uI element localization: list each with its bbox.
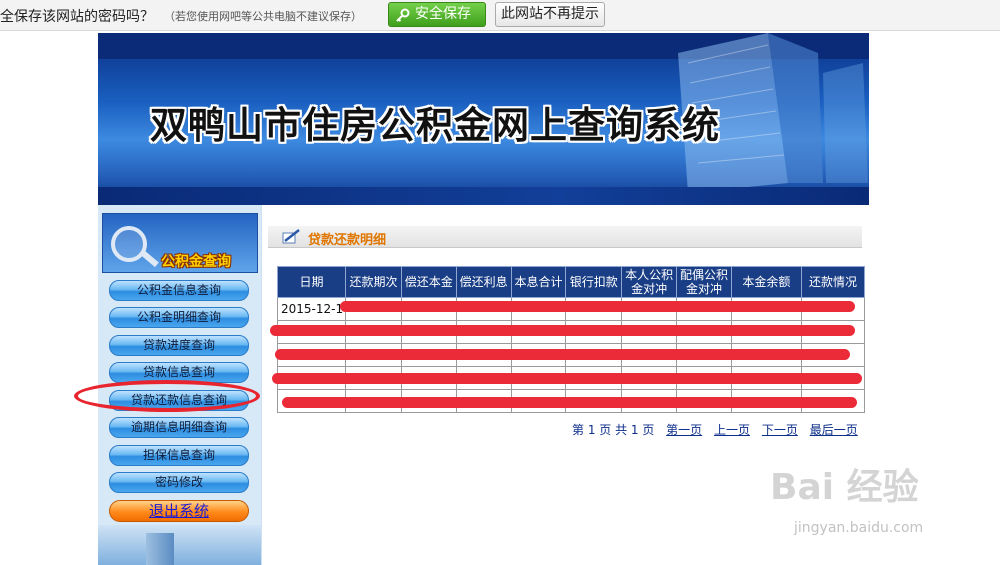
never-remind-button[interactable]: 此网站不再提示: [495, 2, 605, 27]
header-self-offset: 本人公积 金对冲: [621, 266, 678, 298]
redaction-stroke: [340, 301, 855, 312]
header-balance: 本金余额: [730, 266, 802, 298]
watermark-url: jingyan.baidu.com: [794, 520, 924, 536]
sidebar-heading-label: 公积金查询: [161, 254, 231, 270]
cell-date: 2015-12-17: [276, 297, 347, 321]
nav-overdue-detail[interactable]: 逾期信息明细查询: [109, 417, 249, 438]
header-date: 日期: [276, 266, 347, 298]
pen-paper-icon: [282, 229, 300, 244]
redaction-stroke: [275, 349, 850, 360]
nav-guarantee-info[interactable]: 担保信息查询: [109, 445, 249, 466]
first-page-link[interactable]: 第一页: [666, 423, 702, 437]
repayment-table: 日期 还款期次 偿还本金 偿还利息 本息合计 银行扣款 本人公积 金对冲 配偶公…: [276, 266, 866, 413]
nav-change-password[interactable]: 密码修改: [109, 472, 249, 493]
save-password-button[interactable]: 安全保存: [388, 2, 486, 27]
last-page-link[interactable]: 最后一页: [810, 423, 858, 437]
password-save-question: 全保存该网站的密码吗？: [0, 9, 154, 25]
section-title: 贷款还款明细: [308, 233, 387, 248]
header-interest: 偿还利息: [455, 266, 512, 298]
next-page-link[interactable]: 下一页: [762, 423, 798, 437]
header-status: 还款情况: [800, 266, 866, 298]
nav-fund-info[interactable]: 公积金信息查询: [109, 280, 249, 301]
watermark-brand: Bai 经验: [770, 467, 919, 508]
logout-button[interactable]: 退出系统: [109, 500, 249, 522]
banner-bottom-strip: [98, 187, 869, 205]
redaction-stroke: [282, 397, 857, 408]
page-status: 第 1 页 共 1 页: [572, 423, 655, 437]
table-header-row: 日期 还款期次 偿还本金 偿还利息 本息合计 银行扣款 本人公积 金对冲 配偶公…: [276, 266, 866, 298]
header-bank-debit: 银行扣款: [565, 266, 623, 298]
sidebar-heading: 公积金查询: [102, 213, 258, 273]
save-password-label: 安全保存: [415, 6, 471, 22]
header-spouse-offset: 配偶公积 金对冲: [676, 266, 732, 298]
nav-fund-detail[interactable]: 公积金明细查询: [109, 307, 249, 328]
highlight-annotation: [74, 380, 260, 412]
pagination: 第 1 页 共 1 页 第一页 上一页 下一页 最后一页: [572, 421, 858, 438]
prev-page-link[interactable]: 上一页: [714, 423, 750, 437]
site-banner: 双鸭山市住房公积金网上查询系统: [98, 33, 869, 205]
key-icon: [396, 8, 410, 22]
redaction-stroke: [272, 373, 862, 384]
section-header: 贷款还款明细: [268, 226, 862, 248]
redaction-stroke: [270, 325, 855, 336]
password-save-hint: （若您使用网吧等公共电脑不建议保存）: [164, 10, 362, 23]
password-save-bar: 全保存该网站的密码吗？ （若您使用网吧等公共电脑不建议保存） 安全保存 此网站不…: [0, 0, 1000, 31]
nav-loan-progress[interactable]: 贷款进度查询: [109, 335, 249, 356]
sidebar-bottom-image: [98, 525, 261, 565]
header-principal: 偿还本金: [400, 266, 457, 298]
site-title: 双鸭山市住房公积金网上查询系统: [150, 104, 720, 147]
header-total: 本息合计: [510, 266, 567, 298]
header-period: 还款期次: [345, 266, 402, 298]
